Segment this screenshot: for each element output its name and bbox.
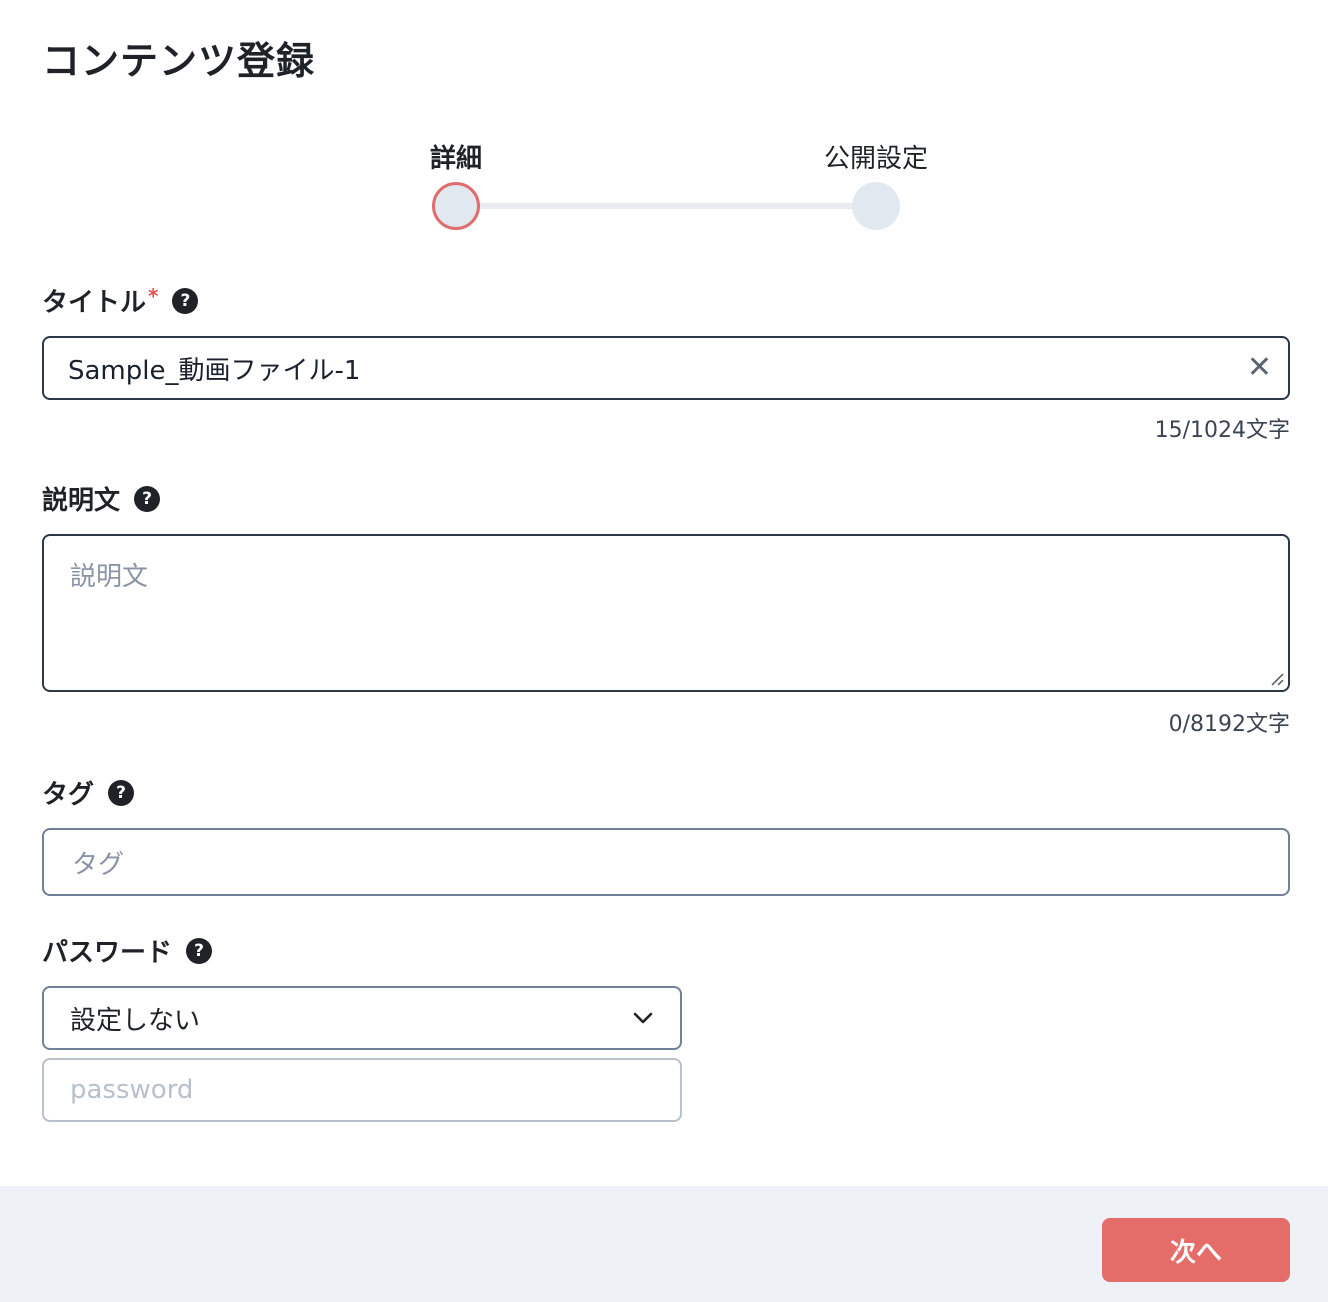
description-char-counter: 0/8192文字 [1168, 712, 1290, 737]
help-icon[interactable]: ? [186, 937, 213, 964]
step-dot-details[interactable] [432, 182, 480, 230]
step-connector [456, 203, 876, 209]
description-label: 説明文 ? [42, 480, 161, 517]
stepper: 詳細 公開設定 [0, 0, 1328, 240]
password-label-text: パスワード [42, 938, 173, 968]
next-button[interactable]: 次へ [1102, 1218, 1290, 1282]
tag-input[interactable]: タグ [42, 828, 1290, 896]
password-mode-select[interactable]: 設定しない [42, 986, 682, 1050]
help-icon[interactable]: ? [108, 779, 135, 806]
description-textarea[interactable]: 説明文 [42, 534, 1290, 692]
password-label: パスワード ? [42, 932, 213, 969]
description-placeholder: 説明文 [70, 562, 149, 592]
password-mode-value: 設定しない [70, 1005, 201, 1036]
tag-label: タグ ? [42, 774, 135, 811]
help-icon[interactable]: ? [134, 485, 161, 512]
title-label-text: タイトル [42, 288, 147, 318]
step-label-details[interactable]: 詳細 [430, 138, 482, 175]
description-label-text: 説明文 [42, 486, 121, 516]
help-icon[interactable]: ? [172, 287, 199, 314]
clear-icon[interactable]: ✕ [1247, 353, 1272, 383]
resize-grip-icon[interactable] [1270, 672, 1284, 686]
tag-placeholder: タグ [72, 849, 125, 880]
title-label: タイトル * ? [42, 282, 199, 319]
step-label-publish[interactable]: 公開設定 [824, 138, 928, 175]
title-input[interactable]: Sample_動画ファイル-1 ✕ [42, 336, 1290, 400]
title-char-counter: 15/1024文字 [1154, 418, 1290, 443]
password-input[interactable]: password [42, 1058, 682, 1122]
required-mark: * [148, 284, 159, 308]
footer-bar: 次へ [0, 1186, 1328, 1302]
chevron-down-icon [633, 1012, 653, 1024]
tag-label-text: タグ [42, 780, 95, 810]
title-input-value: Sample_動画ファイル-1 [68, 355, 361, 386]
password-placeholder: password [70, 1075, 194, 1105]
step-dot-publish[interactable] [852, 182, 900, 230]
